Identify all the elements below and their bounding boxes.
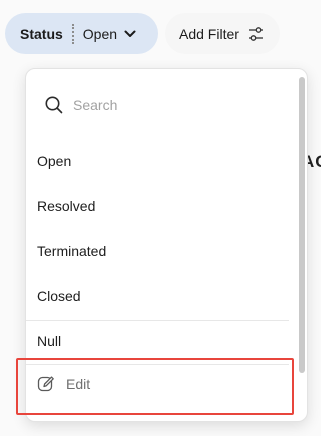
option-null[interactable]: Null: [37, 333, 61, 349]
edit-button[interactable]: Edit: [37, 375, 90, 393]
status-filter-chip[interactable]: Status Open: [5, 13, 158, 54]
option-resolved[interactable]: Resolved: [37, 198, 95, 214]
option-terminated[interactable]: Terminated: [37, 243, 106, 259]
status-filter-key: Status: [20, 25, 63, 42]
page: Status Open Add Filter AC: [0, 0, 321, 436]
add-filter-button[interactable]: Add Filter: [165, 13, 280, 54]
status-filter-value: Open: [82, 25, 118, 42]
edit-icon: [37, 375, 55, 393]
edit-divider: [26, 364, 289, 365]
option-open[interactable]: Open: [37, 153, 71, 169]
search-icon: [44, 95, 64, 115]
add-filter-label: Add Filter: [179, 25, 239, 42]
chevron-down-icon[interactable]: [123, 27, 137, 41]
chip-separator: [71, 23, 74, 44]
edit-label: Edit: [66, 376, 91, 392]
search-input[interactable]: Search: [73, 97, 117, 113]
option-closed[interactable]: Closed: [37, 288, 81, 304]
status-dropdown: Search Open Resolved Terminated Closed N…: [25, 68, 308, 422]
options-divider: [26, 320, 289, 321]
dropdown-scrollbar[interactable]: [299, 77, 305, 373]
dropdown-search[interactable]: Search: [44, 95, 117, 115]
sliders-icon: [247, 25, 265, 43]
